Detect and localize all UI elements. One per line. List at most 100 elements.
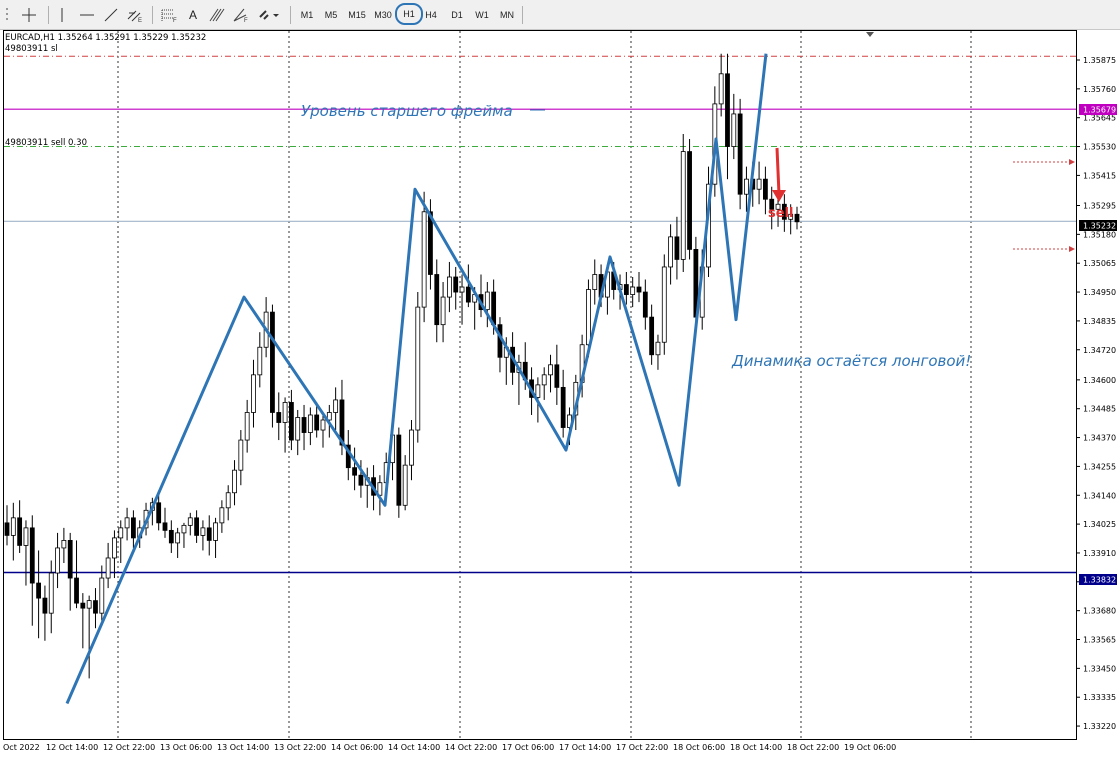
gann-icon[interactable]: F	[230, 5, 252, 25]
time-tick-label: 17 Oct 06:00	[502, 743, 554, 752]
channel-icon[interactable]: E	[124, 5, 146, 25]
candle-body	[93, 600, 98, 614]
time-tick-label: 14 Oct 22:00	[445, 743, 497, 752]
time-tick-label: 18 Oct 06:00	[673, 743, 725, 752]
time-tick-label: 19 Oct 06:00	[844, 743, 896, 752]
candle-body	[301, 417, 307, 433]
price-tick-label: 1.33680	[1083, 607, 1116, 616]
horizontal-line-icon[interactable]	[76, 5, 98, 25]
candle-body	[586, 289, 591, 346]
candle-body	[175, 532, 181, 544]
andrews-pitchfork-icon[interactable]	[206, 5, 228, 25]
annotation-dynamics: Динамика остаётся лонговой!	[731, 352, 971, 370]
vertical-line-icon[interactable]	[54, 5, 70, 25]
toolbar: E F A F M1 M5 M15 M30 H1 H4 D1 W1 MN	[0, 0, 1120, 30]
candle	[687, 139, 692, 260]
order-sl-label: 49803911 sl	[5, 44, 58, 54]
candle	[396, 427, 402, 518]
price-tick-label: 1.33565	[1083, 636, 1116, 645]
candle	[737, 98, 743, 210]
candle	[270, 304, 275, 428]
svg-text:F: F	[244, 18, 248, 23]
candle-body	[554, 364, 560, 388]
price-tick-label: 1.34370	[1083, 434, 1116, 443]
timeframe-d1-button[interactable]: D1	[446, 5, 468, 25]
price-tick-label: 1.35065	[1083, 259, 1116, 268]
candle-body	[276, 412, 282, 423]
price-tick-label: 1.35645	[1083, 114, 1116, 123]
candle-body	[756, 178, 762, 190]
candle-body	[421, 211, 427, 308]
text-icon[interactable]: A	[182, 5, 204, 25]
price-tick-label: 1.34140	[1083, 491, 1116, 500]
candle-body	[415, 306, 421, 431]
candle-body	[23, 527, 29, 546]
candle-body	[288, 402, 294, 441]
candle-body	[112, 537, 117, 559]
candle-body	[446, 276, 452, 298]
candle-body	[358, 474, 364, 486]
time-axis: Oct 2022 12 Oct 14:00 12 Oct 22:00 13 Oct 0…	[3, 743, 896, 752]
candle-body	[4, 522, 10, 536]
timeframe-m1-button[interactable]: M1	[296, 5, 318, 25]
price-tick-label: 1.35760	[1083, 85, 1116, 94]
candle-body	[465, 286, 471, 303]
annotation-htf-level: Уровень старшего фрейма	[301, 102, 513, 120]
candle-body	[99, 577, 105, 614]
time-tick-label: 18 Oct 22:00	[787, 743, 839, 752]
candle-body	[257, 346, 263, 376]
candle-body	[560, 386, 566, 428]
candle-body	[636, 286, 642, 293]
time-tick-label: Oct 2022	[3, 743, 40, 752]
timeframe-mn-button[interactable]: MN	[496, 5, 518, 25]
timeframe-h4-button[interactable]: H4	[420, 5, 442, 25]
candle-body	[725, 73, 730, 147]
candle-body	[194, 517, 200, 536]
candle-body	[352, 467, 358, 476]
price-tick-label: 1.34485	[1083, 405, 1116, 414]
candle-body	[270, 311, 275, 413]
timeframe-m30-button[interactable]: M30	[370, 5, 396, 25]
price-chart[interactable]: 1.35875 1.35760 1.35645 1.35530 1.35415 1.352…	[0, 30, 1120, 761]
price-tick-label: 1.34025	[1083, 520, 1116, 529]
candle-body	[232, 469, 237, 494]
trendline-icon[interactable]	[100, 5, 122, 25]
crosshair-icon[interactable]	[18, 5, 40, 25]
time-tick-label: 14 Oct 06:00	[331, 743, 383, 752]
time-tick-label: 17 Oct 14:00	[559, 743, 611, 752]
candle	[680, 134, 686, 272]
price-tick-label: 1.34720	[1083, 346, 1116, 355]
timeframe-h1-button[interactable]: H1	[395, 3, 423, 25]
candle-body	[320, 419, 326, 431]
candle-body	[225, 492, 231, 509]
timeframe-w1-button[interactable]: W1	[471, 5, 493, 25]
time-tick-label: 17 Oct 22:00	[616, 743, 668, 752]
time-tick-label: 12 Oct 22:00	[103, 743, 155, 752]
candle-body	[484, 291, 490, 311]
shapes-icon[interactable]	[256, 5, 282, 25]
level-price-label: 1.35679	[1083, 106, 1116, 115]
annotation-sell: sell	[768, 206, 793, 221]
candle-body	[744, 178, 749, 195]
candle-body	[200, 527, 206, 536]
candle-body	[718, 73, 724, 105]
timeframe-m5-button[interactable]: M5	[320, 5, 342, 25]
price-tick-label: 1.35875	[1083, 56, 1116, 65]
candle-body	[642, 291, 648, 318]
candle-body	[162, 522, 168, 531]
price-tick-label: 1.35295	[1083, 202, 1116, 211]
candle-body	[156, 502, 162, 524]
support-price-label: 1.33832	[1083, 576, 1116, 585]
candle-body	[535, 384, 541, 398]
candle-body	[459, 286, 465, 293]
candle-body	[61, 540, 67, 549]
candle-body	[794, 213, 800, 223]
fibonacci-icon[interactable]: F	[158, 5, 180, 25]
time-tick-label: 13 Oct 14:00	[217, 743, 269, 752]
symbol-info-line: EURCAD,H1 1.35264 1.35291 1.35229 1.3523…	[5, 33, 206, 43]
candle-body	[409, 429, 414, 466]
timeframe-m15-button[interactable]: M15	[344, 5, 370, 25]
candle-body	[105, 557, 111, 579]
candle-body	[548, 364, 553, 376]
candle-body	[333, 399, 339, 413]
